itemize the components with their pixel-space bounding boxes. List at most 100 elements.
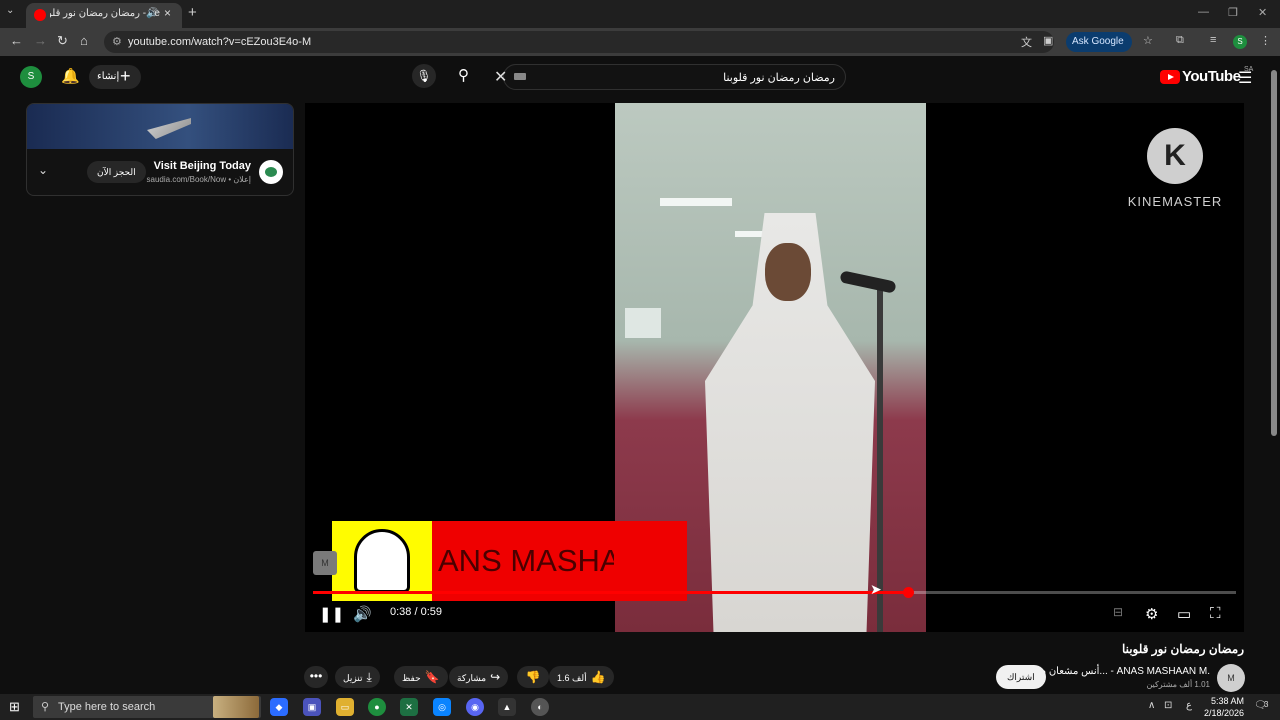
ad-headline[interactable]: Visit Beijing Today [147,160,251,172]
subscribe-button[interactable]: اشتراك [996,665,1046,689]
microphone [839,270,897,294]
download-icon: ⤓ [366,670,372,684]
like-button[interactable]: 1.6 ألف 👍 [549,666,614,688]
clock-date: 2/18/2026 [1203,708,1244,718]
site-info-icon[interactable]: ⚙ [112,35,122,48]
chrome-profile-avatar[interactable]: S [1233,35,1247,49]
tab-close-icon[interactable]: × [164,6,171,20]
extensions-icon[interactable]: ⧉ [1176,34,1184,47]
youtube-logo-text: YouTube [1182,68,1241,85]
taskbar-search-placeholder: Type here to search [58,701,156,713]
youtube-favicon-icon [34,9,46,21]
bookmark-icon: 🔖 [424,670,440,684]
create-label: إنشاء [97,71,120,82]
pause-icon[interactable]: ❚❚ [319,605,344,623]
speaker-icon[interactable]: 🔊 [146,8,158,19]
settings-gear-icon[interactable]: ⚙ [1145,605,1158,623]
reading-list-icon[interactable]: ≡ [1210,34,1216,46]
more-actions-button[interactable]: ••• [304,666,328,688]
ceiling-light [660,198,732,206]
browser-toolbar: ← → ↻ ⌂ ⚙ youtube.com/watch?v=cEZou3E4o-… [0,28,1280,56]
share-icon: ↪ [490,670,501,684]
guide-menu-icon[interactable]: ☰ [1238,68,1252,88]
url-text: youtube.com/watch?v=cEZou3E4o-M [128,36,312,48]
teams-icon[interactable]: ▣ [303,698,321,716]
file-explorer-icon[interactable]: ▭ [336,698,354,716]
clock[interactable]: 5:38 AM 2/18/2026 [1198,695,1244,719]
keyboard-icon[interactable] [514,73,526,80]
discord-icon[interactable]: ◉ [466,698,484,716]
copilot-icon[interactable]: ◆ [270,698,288,716]
forward-icon[interactable]: → [34,33,47,48]
advertiser-logo[interactable] [259,160,283,184]
scrubber-handle[interactable] [903,587,914,598]
windows-start-icon[interactable]: ⊞ [9,699,20,715]
recorder-app-icon[interactable]: ◐ [531,698,549,716]
restore-icon[interactable]: ❐ [1228,6,1238,19]
ask-google-button[interactable]: Ask Google [1066,32,1132,52]
share-label: مشاركة [457,673,487,683]
browser-tab-active[interactable]: be - رمضان رمضان نور قلوبنا 🔊 × [26,3,182,28]
address-bar[interactable]: ⚙ youtube.com/watch?v=cEZou3E4o-M [104,31,1054,53]
channel-watermark[interactable]: M [313,551,337,575]
create-button[interactable]: إنشاء + [89,65,141,89]
excel-icon[interactable]: ✕ [400,698,418,716]
chevron-down-icon[interactable]: ⌄ [38,163,48,177]
video-player[interactable]: K KINEMASTER ANS MASHA M ➤ ❚❚ 🔊 0:38 / 0… [305,103,1244,632]
search-highlight-image[interactable] [213,696,259,718]
notifications-bell-icon[interactable]: 🔔 [61,67,80,85]
edge-icon[interactable]: ◎ [433,698,451,716]
volume-icon[interactable]: 🔊 [353,605,372,623]
chrome-menu-icon[interactable]: ⋮ [1260,34,1271,47]
account-avatar[interactable]: S [20,66,42,88]
chrome-icon[interactable]: ● [368,698,386,716]
voice-search-icon[interactable]: 🎙 [412,64,436,88]
share-button[interactable]: مشاركة ↪ [449,666,509,688]
theater-mode-icon[interactable]: ▭ [1177,605,1191,623]
save-label: حفظ [402,673,421,683]
window-close-icon[interactable]: ✕ [1258,6,1267,19]
back-icon[interactable]: ← [10,33,23,48]
speaker-face [765,243,811,301]
sponsored-ad-card[interactable]: Visit Beijing Today إعلان • saudia.com/B… [26,103,294,196]
search-input[interactable]: رمضان رمضان نور قلوبنا [503,64,846,90]
home-icon[interactable]: ⌂ [80,33,88,48]
captions-icon[interactable]: ⊟ [1113,605,1123,619]
browser-tab-strip: ⌄ be - رمضان رمضان نور قلوبنا 🔊 × + — ❐ … [0,0,1280,28]
thumbs-up-icon: 👍 [590,670,606,684]
minimize-icon[interactable]: — [1198,6,1209,18]
call-of-duty-icon[interactable]: ▲ [498,698,516,716]
search-icon[interactable]: ⚲ [458,66,469,84]
clear-search-icon[interactable]: ✕ [494,67,507,87]
ad-banner-image[interactable] [27,104,293,149]
taskbar-search-input[interactable]: ⚲ Type here to search [33,696,261,718]
tray-overflow-icon[interactable]: ∧ [1148,700,1155,711]
ad-cta-button[interactable]: الحجز الآن [87,161,146,183]
new-tab-button[interactable]: + [188,4,197,21]
reload-icon[interactable]: ↻ [57,33,68,49]
search-query-text: رمضان رمضان نور قلوبنا [723,72,835,84]
translate-icon[interactable]: 文 [1021,34,1032,50]
channel-avatar[interactable]: M [1217,664,1245,692]
cast-icon[interactable]: ▣ [1043,34,1053,47]
tab-title: be - رمضان رمضان نور قلوبنا [50,8,160,19]
network-icon[interactable]: ⊡ [1164,700,1172,711]
progress-bar[interactable] [313,587,1236,598]
download-button[interactable]: تنزيل ⤓ [335,666,380,688]
page-scrollbar[interactable] [1270,64,1278,690]
snapchat-banner-overlay: ANS MASHA [332,521,687,601]
thumbs-down-icon: 👎 [525,670,541,684]
kinemaster-watermark: K KINEMASTER [1115,128,1235,209]
fullscreen-icon[interactable]: ⛶ [1210,605,1221,622]
input-language[interactable]: ع [1186,700,1192,711]
download-label: تنزيل [343,673,363,683]
snapchat-logo-box [332,521,432,601]
video-title: رمضان رمضان نور قلوبنا [1121,642,1244,656]
clock-time: 5:38 AM [1210,696,1244,706]
tab-search-icon[interactable]: ⌄ [6,5,14,16]
bookmark-star-icon[interactable]: ☆ [1143,34,1153,47]
scrollbar-thumb[interactable] [1271,70,1277,436]
progress-played [313,591,908,594]
save-button[interactable]: حفظ 🔖 [394,666,448,688]
dislike-button[interactable]: 👎 [517,666,549,688]
